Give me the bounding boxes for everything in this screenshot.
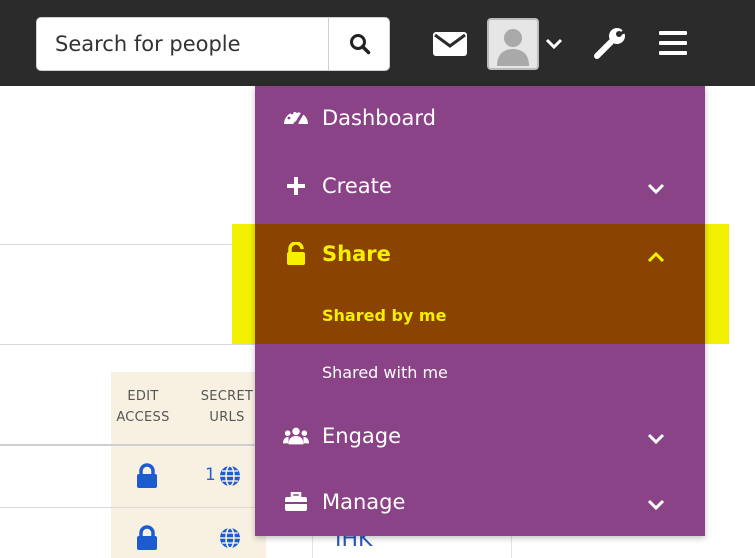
- chevron-down-icon[interactable]: [643, 176, 669, 202]
- menu-item-dashboard[interactable]: Dashboard: [255, 98, 705, 138]
- search-button[interactable]: [328, 18, 389, 70]
- submenu-item-shared-by-me[interactable]: Shared by me: [322, 306, 446, 325]
- search-icon: [350, 34, 371, 55]
- account-dropdown-toggle[interactable]: [542, 30, 566, 58]
- divider: [0, 344, 255, 345]
- submenu-item-shared-with-me[interactable]: Shared with me: [322, 363, 448, 382]
- table-header-divider: [0, 444, 270, 446]
- menu-item-label: Dashboard: [322, 106, 436, 130]
- main-menu-button[interactable]: [655, 24, 691, 62]
- chevron-down-icon[interactable]: [643, 426, 669, 452]
- secret-url-count[interactable]: 1: [205, 465, 216, 485]
- menu-item-label: Share: [322, 242, 391, 266]
- unlock-icon: [283, 241, 309, 267]
- top-navigation-bar: [0, 0, 755, 86]
- chevron-down-icon[interactable]: [643, 492, 669, 518]
- menu-item-label: Create: [322, 174, 392, 198]
- column-header-secret-urls: SECRET URLS: [200, 389, 254, 425]
- globe-icon[interactable]: [219, 527, 241, 549]
- search-box: [36, 17, 390, 71]
- wrench-icon: [594, 26, 627, 59]
- messages-button[interactable]: [432, 26, 468, 62]
- lock-icon[interactable]: [135, 525, 159, 551]
- menu-item-create[interactable]: Create: [255, 166, 705, 206]
- table-row-divider: [0, 507, 270, 508]
- menu-item-label: Manage: [322, 490, 406, 514]
- briefcase-icon: [283, 489, 309, 515]
- menu-item-manage[interactable]: Manage: [255, 482, 705, 522]
- main-dropdown-menu: Dashboard Create Share Shared by me Shar…: [255, 86, 705, 536]
- globe-icon[interactable]: [219, 465, 241, 487]
- chevron-down-icon: [545, 38, 563, 50]
- users-icon: [283, 423, 309, 449]
- chevron-up-icon[interactable]: [643, 244, 669, 270]
- menu-item-label: Engage: [322, 424, 402, 448]
- tools-button[interactable]: [592, 24, 630, 62]
- column-header-edit-access: EDIT ACCESS: [116, 389, 170, 425]
- user-silhouette-icon: [489, 20, 537, 68]
- menu-item-engage[interactable]: Engage: [255, 416, 705, 456]
- dashboard-icon: [283, 105, 309, 131]
- mail-icon: [433, 32, 467, 56]
- lock-icon[interactable]: [135, 463, 159, 489]
- menu-item-share[interactable]: Share: [255, 234, 705, 274]
- divider: [0, 244, 255, 245]
- avatar[interactable]: [487, 18, 539, 70]
- search-input[interactable]: [37, 18, 329, 70]
- plus-icon: [283, 173, 309, 199]
- hamburger-menu-icon: [659, 31, 687, 55]
